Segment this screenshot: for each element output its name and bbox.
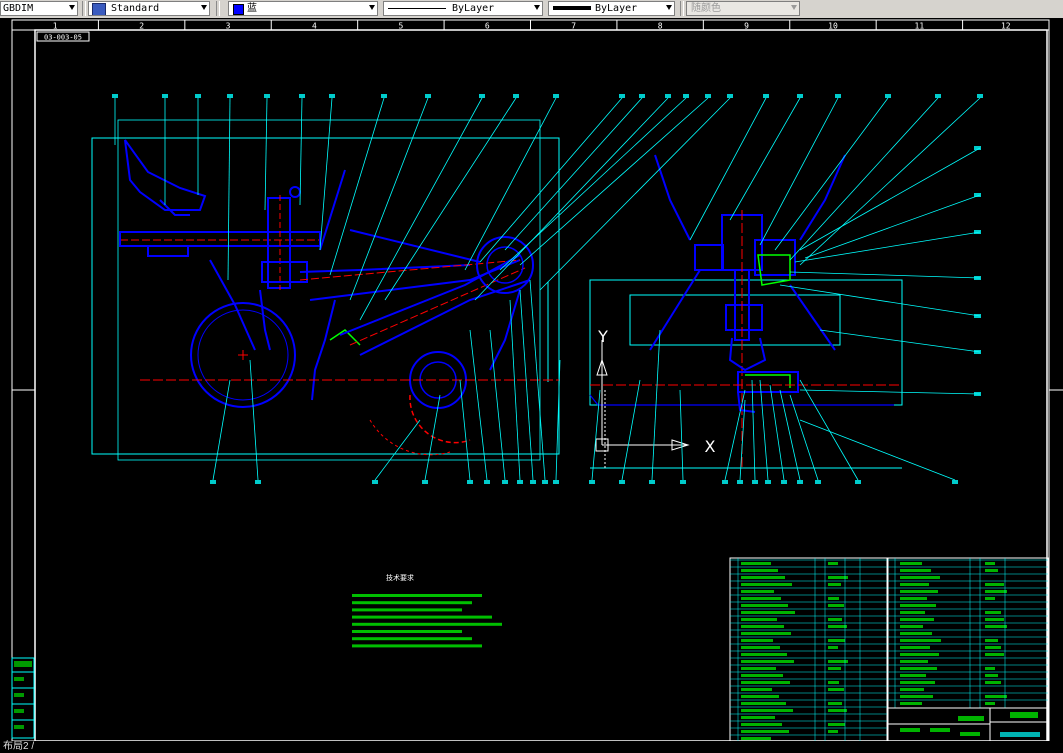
ucs-y-label: Y [597, 327, 608, 346]
color-value: 蓝 [247, 3, 257, 14]
toolbar-separator [82, 1, 86, 16]
drawing-canvas[interactable]: 1 2 3 4 5 6 7 8 9 10 11 12 03-003-05 Y X… [0, 18, 1063, 741]
lineweight-value: ByLayer [595, 3, 638, 14]
ruler-column-label: 2 [139, 22, 144, 31]
chevron-down-icon [791, 5, 797, 10]
chevron-down-icon [666, 5, 672, 10]
ruler-column-label: 10 [828, 22, 838, 31]
ruler-column-label: 5 [398, 22, 403, 31]
lineweight-sample-icon [553, 6, 591, 10]
chevron-down-icon [369, 5, 375, 10]
ruler-column-label: 7 [571, 22, 576, 31]
textstyle-value: Standard [111, 3, 160, 14]
chevron-down-icon [69, 5, 75, 10]
ruler-column-label: 3 [226, 22, 231, 31]
layout-tab-bar: 布局2 / [0, 741, 1063, 753]
ucs-x-label: X [705, 437, 716, 456]
color-dropdown[interactable]: 蓝 [228, 1, 378, 16]
chevron-down-icon [534, 5, 540, 10]
drawing-number-badge: 03-003-05 [36, 31, 90, 42]
lineweight-dropdown[interactable]: ByLayer [548, 1, 675, 16]
ruler-column-label: 4 [312, 22, 317, 31]
toolbar-separator [216, 1, 220, 16]
textstyle-icon [92, 3, 106, 15]
textstyle-dropdown[interactable]: Standard [88, 1, 210, 16]
dimstyle-value: GBDIM [3, 3, 34, 14]
ruler-column-label: 11 [915, 22, 925, 31]
notes-title: 技术要求 [386, 573, 414, 582]
drawing-number-text: 03-003-05 [44, 34, 82, 42]
plotstyle-value: 随颜色 [691, 3, 721, 14]
linetype-dropdown[interactable]: ByLayer [383, 1, 543, 16]
ruler-column-label: 8 [658, 22, 663, 31]
plotstyle-dropdown[interactable]: 随颜色 [686, 1, 800, 16]
ruler-column-label: 1 [53, 22, 58, 31]
ruler-column-label: 6 [485, 22, 490, 31]
toolbar-separator [680, 1, 684, 16]
layout-tab[interactable]: 布局2 / [0, 741, 34, 752]
linetype-value: ByLayer [452, 3, 495, 14]
properties-toolbar: GBDIM Standard 蓝 ByLayer ByLayer 随颜色 [0, 0, 1063, 19]
linetype-sample-icon [388, 8, 446, 9]
ruler-column-label: 9 [744, 22, 749, 31]
dimstyle-dropdown[interactable]: GBDIM [0, 1, 78, 16]
chevron-down-icon [201, 5, 207, 10]
ruler-column-label: 12 [1001, 22, 1011, 31]
color-swatch-icon [233, 4, 244, 15]
